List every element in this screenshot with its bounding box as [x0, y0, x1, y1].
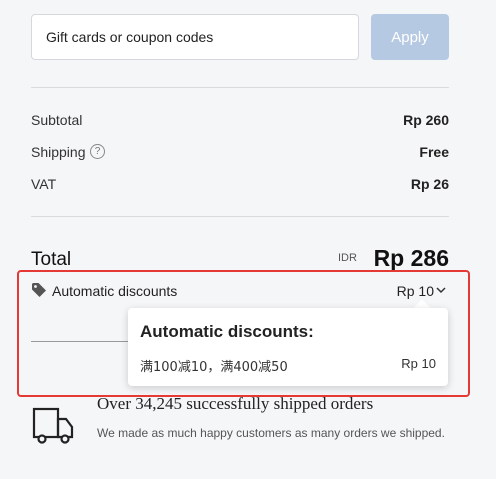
truck-icon	[32, 407, 74, 444]
coupon-input[interactable]	[31, 14, 359, 60]
subtotal-value: Rp 260	[403, 112, 449, 128]
automatic-discounts-label[interactable]: Automatic discounts	[52, 283, 177, 299]
divider	[31, 87, 449, 88]
popup-discount-value: Rp 10	[401, 356, 436, 371]
total-label: Total	[31, 249, 72, 270]
popup-discount-rule: 满100减10，满400减50	[140, 360, 288, 375]
apply-button[interactable]: Apply	[371, 14, 449, 60]
popup-title: Automatic discounts:	[140, 322, 314, 341]
trust-title: Over 34,245 successfully shipped orders	[97, 394, 374, 413]
vat-value: Rp 26	[410, 176, 449, 192]
shipping-value: Free	[419, 144, 449, 160]
automatic-discounts-value[interactable]: Rp 10	[397, 283, 434, 299]
help-icon[interactable]: ?	[90, 144, 105, 159]
divider	[31, 216, 449, 217]
total-value: Rp 286	[373, 245, 449, 271]
tag-icon	[32, 283, 46, 297]
divider	[31, 341, 131, 342]
trust-text: We made as much happy customers as many …	[97, 426, 445, 440]
subtotal-label: Subtotal	[31, 112, 83, 128]
chevron-down-icon[interactable]	[436, 287, 446, 294]
vat-label: VAT	[31, 176, 57, 192]
shipping-label: Shipping	[31, 144, 86, 160]
discount-popup: Automatic discounts: 满100减10，满400减50 Rp …	[128, 308, 448, 386]
currency-code: IDR	[338, 252, 357, 264]
